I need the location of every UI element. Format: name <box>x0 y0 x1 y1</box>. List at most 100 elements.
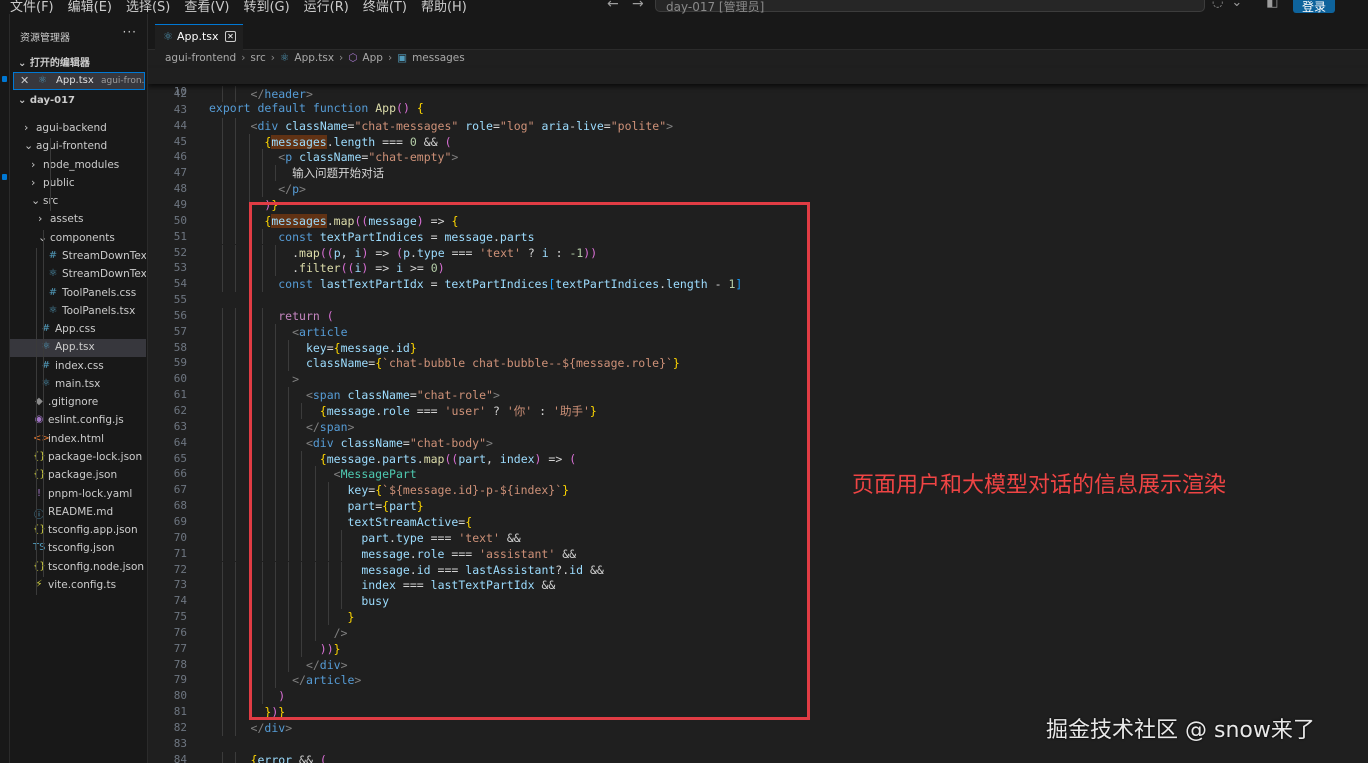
back-arrow-icon[interactable]: ← <box>607 0 619 12</box>
open-editor-item[interactable]: ✕ ⚛ App.tsx agui-fron... <box>13 72 145 90</box>
tree-file[interactable]: ⚛ StreamDownTex... <box>10 266 146 284</box>
menu-item[interactable]: 选择(S) <box>126 0 170 14</box>
breadcrumb-item[interactable]: App.tsx <box>294 52 334 64</box>
tree-folder[interactable]: › agui-backend <box>10 120 146 138</box>
open-editors-section[interactable]: ⌄ 打开的编辑器 <box>18 54 90 69</box>
menu-item[interactable]: 终端(T) <box>363 0 407 14</box>
line-number: 59 <box>173 356 187 370</box>
code-line[interactable]: 45 {messages.length === 0 && ( <box>148 134 1368 150</box>
indent-guide <box>222 228 224 245</box>
close-icon[interactable]: ✕ <box>20 74 29 87</box>
indent-guide <box>235 212 237 229</box>
tree-file[interactable]: TS tsconfig.json <box>10 540 146 558</box>
breadcrumb-item[interactable]: App <box>362 52 383 64</box>
tree-folder[interactable]: › public <box>10 175 146 193</box>
indent-guide <box>222 133 224 150</box>
open-editors-label: 打开的编辑器 <box>29 58 90 69</box>
indent-guide <box>222 149 224 166</box>
copilot-icon[interactable]: ◌ <box>1212 0 1223 10</box>
chevron-down-icon[interactable]: ⌄ <box>1231 0 1242 10</box>
tree-file[interactable]: ⚛ App.tsx <box>10 339 146 358</box>
line-number: 76 <box>173 625 187 639</box>
indent-guide <box>222 403 224 419</box>
line-number: 70 <box>173 530 187 544</box>
line-number: 66 <box>173 467 187 481</box>
tree-file[interactable]: {} tsconfig.app.json <box>10 522 146 540</box>
tab-app-tsx[interactable]: ⚛ App.tsx ✕ <box>155 24 243 50</box>
line-number: 65 <box>173 451 187 465</box>
close-icon[interactable]: ✕ <box>225 31 236 42</box>
line-number: 10 <box>173 85 187 98</box>
tree-file[interactable]: ⚛ ToolPanels.tsx <box>10 303 146 321</box>
menu-item[interactable]: 文件(F) <box>10 0 54 14</box>
menu-item[interactable]: 帮助(H) <box>421 0 467 14</box>
breadcrumb-item[interactable]: src <box>250 52 265 64</box>
line-number: 48 <box>173 182 187 196</box>
line-number: 74 <box>173 594 187 608</box>
indent-guide <box>235 751 237 763</box>
line-number: 51 <box>173 229 187 243</box>
tab-bar: ⚛ App.tsx ✕ <box>148 14 1368 50</box>
indent-guide <box>235 545 237 562</box>
tree-folder[interactable]: ⌄src <box>10 193 146 211</box>
more-actions-icon[interactable]: ··· <box>123 25 137 39</box>
symbol-variable-icon: ▣ <box>397 52 408 64</box>
tree-label: .gitignore <box>48 396 99 409</box>
tree-file[interactable]: # StreamDownTex... <box>10 248 146 266</box>
login-button[interactable]: 登录 <box>1293 0 1335 14</box>
tree-folder[interactable]: › assets <box>10 211 146 229</box>
line-number: 46 <box>173 150 187 164</box>
tree-file[interactable]: ⓘ README.md <box>10 504 146 522</box>
tree-indent-guide <box>50 138 51 212</box>
indent-guide <box>235 339 237 356</box>
command-center[interactable]: day-017 [管理员] <box>655 0 1205 14</box>
sticky-scroll-line[interactable]: 10 export default function App() { <box>148 68 1368 115</box>
tree-file[interactable]: # App.css <box>10 321 146 339</box>
tree-folder[interactable]: ⌄ agui-frontend <box>10 138 146 156</box>
indent-guide <box>222 545 224 562</box>
indent-guide <box>222 482 224 499</box>
workspace-section[interactable]: ⌄ day-017 <box>18 95 75 106</box>
tree-file[interactable]: # index.css <box>10 358 146 376</box>
tree-file[interactable]: {} package.json <box>10 467 146 485</box>
code-text: {error && ( <box>250 752 327 763</box>
code-line[interactable]: 84 {error && ( <box>148 752 1368 763</box>
tree-label: App.tsx <box>55 341 95 354</box>
activity-indicator-icon <box>2 174 7 180</box>
code-text: <div className="chat-messages" role="log… <box>250 118 674 133</box>
tree-folder[interactable]: ⌄components <box>10 230 146 248</box>
menu-item[interactable]: 编辑(E) <box>68 0 112 14</box>
indent-guide <box>235 466 237 483</box>
tree-file[interactable]: <> index.html <box>10 431 146 449</box>
tree-file[interactable]: {} package-lock.json <box>10 449 146 467</box>
indent-guide <box>222 355 224 372</box>
menu-item[interactable]: 运行(R) <box>304 0 349 14</box>
code-line[interactable]: 44 <div className="chat-messages" role="… <box>148 118 1368 134</box>
code-line[interactable]: 46 <p className="chat-empty"> <box>148 149 1368 165</box>
tree-file[interactable]: ⚡ vite.config.ts <box>10 577 146 595</box>
forward-arrow-icon[interactable]: → <box>632 0 644 12</box>
tree-file[interactable]: ⚛ main.tsx <box>10 376 146 394</box>
breadcrumb-item[interactable]: agui-frontend <box>165 52 236 64</box>
tree-label: pnpm-lock.yaml <box>48 487 133 500</box>
tree-file[interactable]: {} tsconfig.node.json <box>10 559 146 577</box>
breadcrumb-item[interactable]: messages <box>412 52 465 64</box>
tree-label: tsconfig.node.json <box>48 560 145 573</box>
menu-item[interactable]: 查看(V) <box>184 0 229 14</box>
tree-folder[interactable]: › node_modules <box>10 157 146 175</box>
account-icon[interactable]: ◧ <box>1266 0 1278 10</box>
tree-file[interactable]: ◉ eslint.config.js <box>10 412 146 430</box>
tree-file[interactable]: # ToolPanels.css <box>10 285 146 303</box>
tree-file[interactable]: ! pnpm-lock.yaml <box>10 486 146 504</box>
highlight-box <box>249 202 810 720</box>
tree-label: package.json <box>48 469 118 482</box>
tree-label: vite.config.ts <box>48 579 117 591</box>
tree-file[interactable]: ◆ .gitignore <box>10 394 146 412</box>
menu-item[interactable]: 转到(G) <box>243 0 289 14</box>
tree-label: eslint.config.js <box>48 414 124 427</box>
code-line[interactable]: 47 输入问题开始对话 <box>148 165 1368 181</box>
indent-guide <box>235 371 237 388</box>
indent-guide <box>261 181 263 197</box>
tree-label: package-lock.json <box>48 451 143 464</box>
code-line[interactable]: 48 </p> <box>148 181 1368 197</box>
